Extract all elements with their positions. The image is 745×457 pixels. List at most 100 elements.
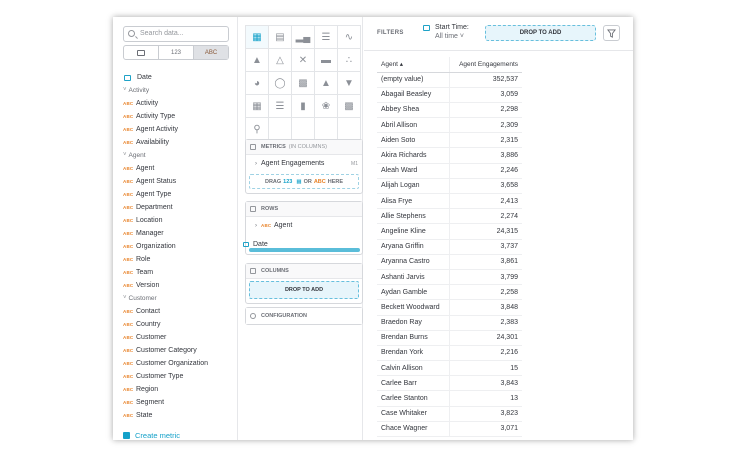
catalog-item[interactable]: ABC Department [123,201,235,214]
scatter-plot-icon[interactable]: ∴ [338,49,361,72]
catalog-item[interactable]: ABC State [123,409,235,422]
table-row[interactable]: Allie Stephens 2,274 [377,208,522,225]
catalog-item[interactable]: ABC Contact [123,305,235,318]
catalog-item[interactable]: ABC Activity Type [123,110,235,123]
columns-section: COLUMNS DROP TO ADD [245,263,363,304]
catalog-item[interactable]: ABC Customer [123,331,235,344]
catalog-item[interactable]: ABC Region [123,383,235,396]
treemap-icon[interactable]: ▩ [292,72,315,95]
catalog-item[interactable]: ABC Agent Type [123,188,235,201]
area-chart-icon[interactable]: ▲ [246,49,269,72]
catalog-item[interactable]: ABC Customer Type [123,370,235,383]
filter-metrics-button[interactable]: 123 [159,46,194,59]
table-row[interactable]: Ashanti Jarvis 3,799 [377,269,522,286]
table-row[interactable]: (empty value) 352,537 [377,72,522,88]
catalog-item[interactable]: ABC Country [123,318,235,331]
create-metric-link[interactable]: Create metric [123,431,180,440]
filter-attributes-button[interactable]: ABC [194,46,228,59]
table-row[interactable]: Alisa Frye 2,413 [377,193,522,210]
table-row[interactable]: Brendan Burns 24,301 [377,330,522,346]
configuration-section[interactable]: CONFIGURATION [245,307,363,325]
pivot-viz-icon[interactable]: ▤ [269,26,292,49]
catalog-item[interactable]: ABC Customer Organization [123,357,235,370]
catalog-item[interactable]: ABC Segment [123,396,235,409]
heatmap-icon[interactable]: ▦ [246,95,269,118]
filter-date-button[interactable] [124,46,159,59]
column-header-agent-engagements[interactable]: Agent Engagements [449,57,522,73]
geo-map-icon[interactable]: ⚲ [246,118,269,141]
catalog-item[interactable]: ABC Manager [123,227,235,240]
catalog-item[interactable]: ABC Agent [123,162,235,175]
column-header-agent[interactable]: Agent ▴ [377,57,450,73]
table-row[interactable]: Calvin Allison 15 [377,360,522,377]
table-row[interactable]: Aryanna Castro 3,861 [377,254,522,270]
chevron-right-icon: › [255,160,257,167]
repeater-icon[interactable]: ▩ [338,95,361,118]
table-row[interactable]: Alijah Logan 3,658 [377,178,522,195]
row-item-agent[interactable]: › ABC Agent [246,217,362,234]
cell-engagements: 3,059 [449,87,522,103]
catalog-item[interactable]: ABC Activity [123,97,235,110]
pyramid-chart-icon[interactable]: ▲ [315,72,338,95]
catalog-item[interactable]: ABC Role [123,253,235,266]
catalog-item[interactable]: ABC Agent Activity [123,123,235,136]
sankey-chart-icon[interactable]: ❀ [315,95,338,118]
table-row[interactable]: Beckett Woodward 3,848 [377,299,522,316]
pie-chart-icon[interactable]: ◕ [246,72,269,95]
catalog-item[interactable]: ABC Customer Category [123,344,235,357]
table-row[interactable]: Braedon Ray 2,383 [377,315,522,331]
combo-chart-icon[interactable]: △ [269,49,292,72]
catalog-group-header[interactable]: ˅ Activity [123,84,235,97]
table-row[interactable]: Angeline Kline 24,315 [377,223,522,240]
catalog-tree: Date ˅ Activity ABC Activity ABC Activity Typ… [123,71,235,422]
table-row[interactable]: Carlee Stanton 13 [377,390,522,407]
cell-agent: Aryana Griffin [377,239,450,255]
catalog-group-header[interactable]: ˅ Agent [123,149,235,162]
cell-engagements: 2,258 [449,284,522,301]
filter-button[interactable] [603,25,620,41]
table-row[interactable]: Abagail Beasley 3,059 [377,87,522,103]
table-viz-icon[interactable]: ▦ [246,26,269,49]
catalog-item[interactable]: ABC Location [123,214,235,227]
catalog-item[interactable]: ABC Availability [123,136,235,149]
table-row[interactable]: Case Whitaker 3,823 [377,406,522,422]
cell-agent: Aiden Soto [377,132,450,149]
funnel-chart-icon[interactable]: ▼ [338,72,361,95]
headline-icon[interactable]: ☰ [269,95,292,118]
table-row[interactable]: Aiden Soto 2,315 [377,132,522,149]
table-row[interactable]: Aydan Gamble 2,258 [377,284,522,301]
catalog-item[interactable]: ABC Agent Status [123,175,235,188]
catalog-item[interactable]: ABC Version [123,279,235,292]
table-row[interactable]: Aryana Griffin 3,737 [377,239,522,255]
catalog-item-date[interactable]: Date [123,71,235,84]
metrics-drop-zone[interactable]: DRAG 123 ▦ OR ABC HERE [249,174,359,189]
filter-drop-zone[interactable]: DROP TO ADD [485,25,596,41]
app-window: Search data... 123 ABC Date ˅ Activity ABC… [113,17,633,440]
table-row[interactable]: Chace Wagner 3,071 [377,421,522,438]
metric-item-agent-engagements[interactable]: › Agent Engagements M1 [246,155,362,172]
cell-agent: Ashanti Jarvis [377,269,450,286]
table-row[interactable]: Abril Allison 2,309 [377,117,522,134]
bullet-chart-icon[interactable]: ▬ [315,49,338,72]
catalog-item[interactable]: ABC Organization [123,240,235,253]
waterfall-chart-icon[interactable]: ▮ [292,95,315,118]
catalog-item[interactable]: ABC Team [123,266,235,279]
search-input[interactable]: Search data... [123,26,229,42]
cell-agent: Carlee Barr [377,375,450,392]
catalog-group-header[interactable]: ˅ Customer [123,292,235,305]
table-row[interactable]: Abbey Shea 2,298 [377,102,522,119]
table-row[interactable]: Akira Richards 3,886 [377,147,522,164]
line-chart-icon[interactable]: ∿ [338,26,361,49]
scatter-x-icon[interactable]: ✕ [292,49,315,72]
columns-drop-zone[interactable]: DROP TO ADD [249,281,359,299]
table-row[interactable]: Aleah Ward 2,246 [377,163,522,179]
table-row[interactable]: Brendan York 2,216 [377,345,522,362]
cell-agent: Brendan Burns [377,330,450,346]
metrics-section: METRICS (IN COLUMNS) › Agent Engagements M1… [245,139,363,194]
donut-chart-icon[interactable]: ◯ [269,72,292,95]
column-chart-icon[interactable]: ▂▄ [292,26,315,49]
chevron-down-icon: ˅ [123,152,127,158]
bar-chart-icon[interactable]: ☰ [315,26,338,49]
start-time-filter[interactable]: Start Time: All time ˅ [423,23,469,41]
table-row[interactable]: Carlee Barr 3,843 [377,375,522,392]
